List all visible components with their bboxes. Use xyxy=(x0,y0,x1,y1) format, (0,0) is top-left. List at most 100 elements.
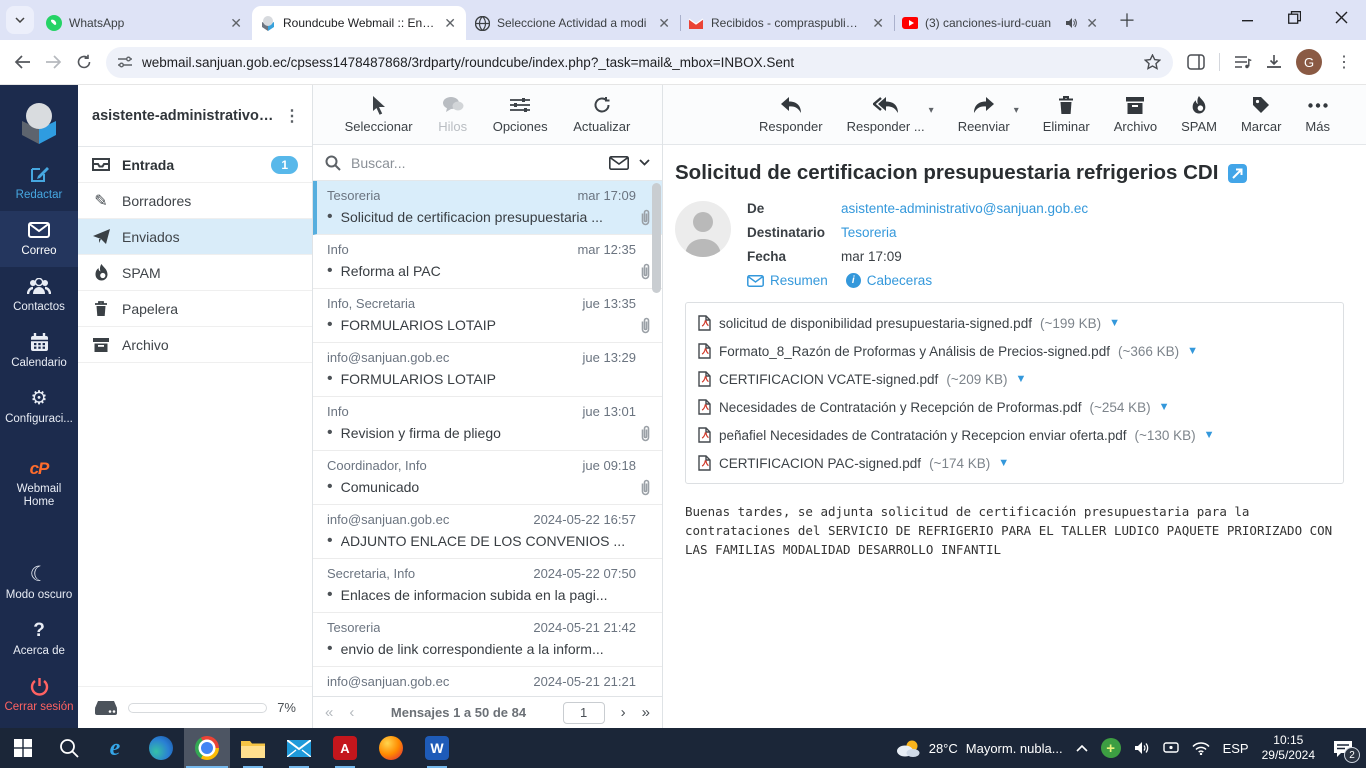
profile-avatar[interactable]: G xyxy=(1296,49,1322,75)
forward-button[interactable]: Reenviar xyxy=(958,95,1010,134)
select-button[interactable]: Seleccionar xyxy=(345,95,413,134)
folder-inbox[interactable]: Entrada 1 xyxy=(78,147,312,183)
message-row[interactable]: info@sanjuan.gob.ec 2024-05-21 21:21 • xyxy=(313,667,662,696)
attachment-row[interactable]: Formato_8_Razón de Proformas y Análisis … xyxy=(698,337,1331,365)
last-page-button[interactable]: » xyxy=(642,704,650,721)
attachment-row[interactable]: solicitud de disponibilidad presupuestar… xyxy=(698,309,1331,337)
action-center-button[interactable]: 2 xyxy=(1328,733,1360,763)
folder-trash[interactable]: Papelera xyxy=(78,291,312,327)
tray-expand-icon[interactable] xyxy=(1076,744,1088,752)
message-row[interactable]: Info, Secretaria jue 13:35 • FORMULARIOS L… xyxy=(313,289,662,343)
tab-audio-icon[interactable] xyxy=(1065,17,1078,29)
from-address-link[interactable]: asistente-administrativo@sanjuan.gob.ec xyxy=(841,201,1088,216)
list-scrollbar[interactable] xyxy=(652,183,661,696)
rail-item-contacts[interactable]: Contactos xyxy=(0,267,78,323)
taskbar-chrome-button[interactable] xyxy=(184,728,230,768)
weather-widget[interactable]: 28°C Mayorm. nubla... xyxy=(895,739,1063,757)
tab-actividad[interactable]: Seleccione Actividad a modi ✕ xyxy=(466,6,681,40)
display-tray-icon[interactable] xyxy=(1162,741,1179,755)
more-button[interactable]: Más xyxy=(1305,95,1330,134)
threads-button[interactable]: Hilos xyxy=(438,95,467,134)
tab-close-icon[interactable]: ✕ xyxy=(870,15,886,32)
first-page-button[interactable]: « xyxy=(325,704,333,721)
tab-gmail[interactable]: Recibidos - compraspublicas ✕ xyxy=(680,6,895,40)
message-row[interactable]: Coordinador, Info jue 09:18 • Comunicado xyxy=(313,451,662,505)
message-row[interactable]: info@sanjuan.gob.ec 2024-05-22 16:57 • ADJ… xyxy=(313,505,662,559)
message-row[interactable]: Info mar 12:35 • Reforma al PAC xyxy=(313,235,662,289)
attachment-menu-icon[interactable]: ▼ xyxy=(1159,401,1170,413)
taskbar-mail-button[interactable] xyxy=(276,728,322,768)
browser-menu-icon[interactable]: ⋮ xyxy=(1336,52,1352,72)
restore-button[interactable] xyxy=(1288,10,1301,24)
antivirus-tray-icon[interactable]: + xyxy=(1100,738,1121,758)
tab-close-icon[interactable]: ✕ xyxy=(228,15,244,32)
prev-page-button[interactable]: ‹ xyxy=(349,704,354,721)
message-row[interactable]: Info jue 13:01 • Revision y firma de plieg… xyxy=(313,397,662,451)
mark-button[interactable]: Marcar xyxy=(1241,95,1281,134)
headers-link[interactable]: i Cabeceras xyxy=(845,273,932,288)
search-scope-mail-icon[interactable] xyxy=(609,155,629,170)
attachment-menu-icon[interactable]: ▼ xyxy=(1015,373,1026,385)
bookmark-star-icon[interactable] xyxy=(1144,54,1161,70)
page-number-input[interactable]: 1 xyxy=(562,701,605,724)
clock[interactable]: 10:15 29/5/2024 xyxy=(1262,733,1315,763)
forward-button[interactable] xyxy=(45,55,62,69)
omnibox[interactable]: webmail.sanjuan.gob.ec/cpsess1478487868/… xyxy=(106,46,1173,78)
reply-all-button[interactable]: Responder ... xyxy=(847,95,925,134)
reload-button[interactable] xyxy=(76,54,92,70)
rail-item-dark-mode[interactable]: ☾ Modo oscuro xyxy=(0,555,78,611)
volume-icon[interactable] xyxy=(1134,741,1150,755)
taskbar-ie-button[interactable]: e xyxy=(92,728,138,768)
reply-button[interactable]: Responder xyxy=(759,95,823,134)
attachment-menu-icon[interactable]: ▼ xyxy=(1204,429,1215,441)
message-row[interactable]: Tesoreria mar 17:09 • Solicitud de certifi… xyxy=(313,181,662,235)
close-window-button[interactable] xyxy=(1335,11,1348,24)
taskbar-search-button[interactable] xyxy=(46,728,92,768)
language-indicator[interactable]: ESP xyxy=(1223,741,1249,756)
rail-item-calendar[interactable]: Calendario xyxy=(0,323,78,379)
attachment-menu-icon[interactable]: ▼ xyxy=(1187,345,1198,357)
rail-item-mail[interactable]: Correo xyxy=(0,211,78,267)
minimize-button[interactable] xyxy=(1242,11,1254,23)
back-button[interactable] xyxy=(14,55,31,69)
rail-item-about[interactable]: ? Acerca de xyxy=(0,611,78,667)
folder-drafts[interactable]: ✎ Borradores xyxy=(78,183,312,219)
archive-button[interactable]: Archivo xyxy=(1114,95,1157,134)
taskbar-edge-button[interactable] xyxy=(138,728,184,768)
options-button[interactable]: Opciones xyxy=(493,95,548,134)
start-button[interactable] xyxy=(0,728,46,768)
next-page-button[interactable]: › xyxy=(621,704,626,721)
tab-youtube[interactable]: (3) canciones-iurd-cuan ✕ xyxy=(894,6,1108,40)
attachment-row[interactable]: peñafiel Necesidades de Contratación y R… xyxy=(698,421,1331,449)
attachment-row[interactable]: CERTIFICACION PAC-signed.pdf (~174 KB) ▼ xyxy=(698,449,1331,477)
folder-archive[interactable]: Archivo xyxy=(78,327,312,363)
summary-link[interactable]: Resumen xyxy=(747,273,828,288)
tab-search-button[interactable] xyxy=(6,6,34,34)
tab-roundcube[interactable]: Roundcube Webmail :: Envia ✕ xyxy=(252,6,466,40)
tab-close-icon[interactable]: ✕ xyxy=(442,15,458,32)
rail-item-webmail-home[interactable]: cP Webmail Home xyxy=(0,449,78,518)
media-controls-icon[interactable] xyxy=(1234,55,1252,69)
message-row[interactable]: Tesoreria 2024-05-21 21:42 • envio de link… xyxy=(313,613,662,667)
message-row[interactable]: Secretaria, Info 2024-05-22 07:50 • Enlace… xyxy=(313,559,662,613)
taskbar-word-button[interactable]: W xyxy=(414,728,460,768)
taskbar-explorer-button[interactable] xyxy=(230,728,276,768)
open-in-new-window-icon[interactable] xyxy=(1228,163,1248,183)
attachment-menu-icon[interactable]: ▼ xyxy=(998,457,1009,469)
attachment-menu-icon[interactable]: ▼ xyxy=(1109,317,1120,329)
reply-all-dropdown-icon[interactable]: ▾ xyxy=(929,105,934,116)
site-info-icon[interactable] xyxy=(118,56,132,68)
attachment-row[interactable]: Necesidades de Contratación y Recepción … xyxy=(698,393,1331,421)
tab-whatsapp[interactable]: WhatsApp ✕ xyxy=(38,6,253,40)
tab-close-icon[interactable]: ✕ xyxy=(1084,15,1100,32)
downloads-icon[interactable] xyxy=(1266,54,1282,70)
side-panel-icon[interactable] xyxy=(1187,54,1205,70)
forward-dropdown-icon[interactable]: ▾ xyxy=(1014,105,1019,116)
new-tab-button[interactable]: ＋ xyxy=(1114,7,1140,33)
delete-button[interactable]: Eliminar xyxy=(1043,95,1090,134)
to-address-link[interactable]: Tesoreria xyxy=(841,225,897,240)
attachment-row[interactable]: CERTIFICACION VCATE-signed.pdf (~209 KB)… xyxy=(698,365,1331,393)
taskbar-firefox-button[interactable] xyxy=(368,728,414,768)
rail-item-compose[interactable]: Redactar xyxy=(0,155,78,211)
wifi-icon[interactable] xyxy=(1192,741,1210,755)
